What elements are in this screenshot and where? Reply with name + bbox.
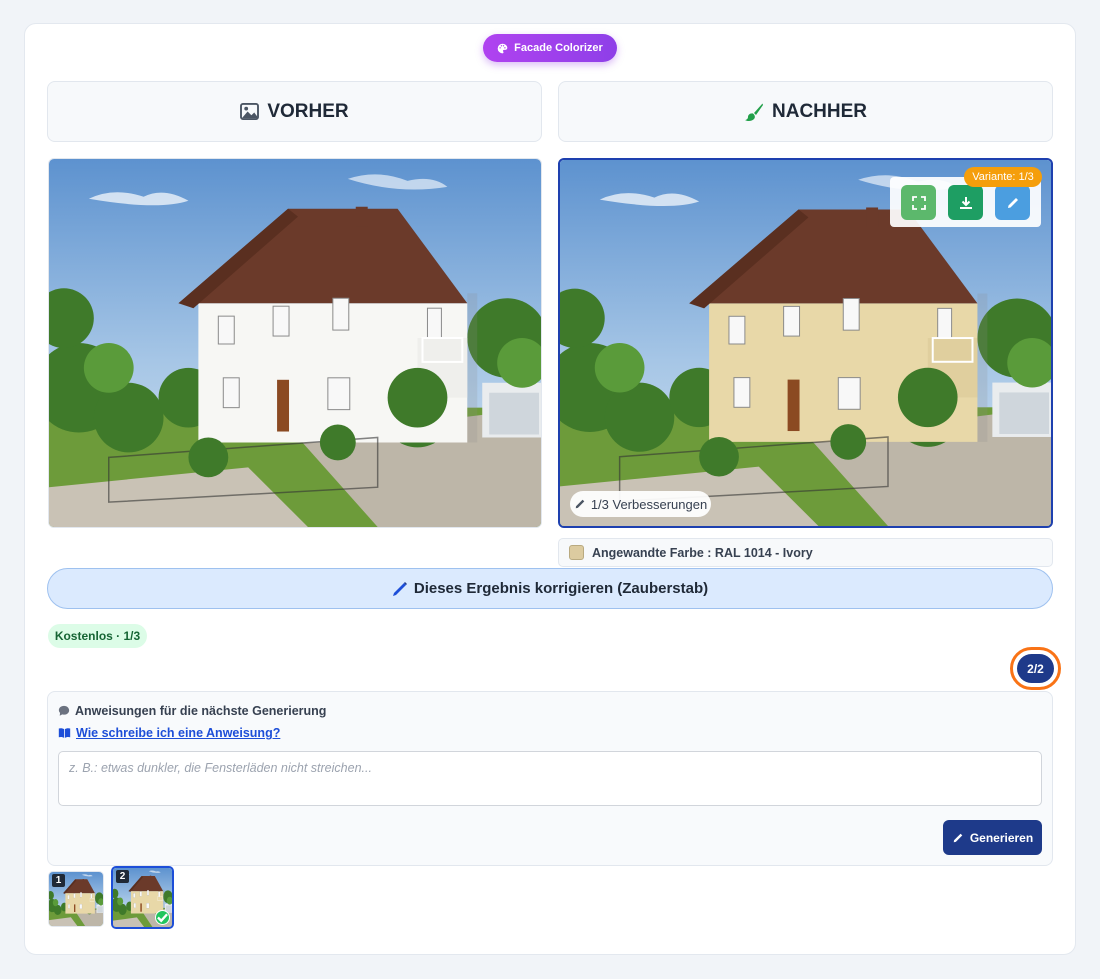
expand-icon [911,195,926,210]
before-panel-header: VORHER [47,81,542,142]
thumbnail-number: 1 [52,874,65,887]
generation-counter[interactable]: 2/2 [1017,654,1054,683]
image-icon [240,103,260,120]
color-swatch [569,545,584,560]
book-icon [58,728,71,738]
before-image[interactable] [48,158,542,528]
thumbnail-number: 2 [116,870,129,883]
edit-button[interactable] [995,185,1030,220]
magic-wand-icon [392,581,407,596]
pencil-icon [1007,197,1018,208]
fix-result-label: Dieses Ergebnis korrigieren (Zauberstab) [413,580,709,597]
chat-bubble-icon [58,705,70,716]
thumbnail-1[interactable]: 1 [48,871,104,927]
palette-icon [497,43,508,53]
fullscreen-button[interactable] [901,185,936,220]
fix-result-button[interactable]: Dieses Ergebnis korrigieren (Zauberstab) [47,568,1053,609]
app-badge: Facade Colorizer [483,34,617,62]
variant-badge: Variante: 1/3 [964,167,1042,187]
after-panel-header: NACHHER [558,81,1053,142]
instructions-input[interactable] [58,751,1042,806]
help-link[interactable]: Wie schreibe ich eine Anweisung? [58,726,280,740]
check-icon [155,910,170,925]
improvements-label: 1/3 Verbesserungen [590,496,708,512]
thumbnail-2[interactable]: 2 [111,866,174,929]
improvements-badge: 1/3 Verbesserungen [570,491,711,517]
applied-color: Angewandte Farbe : RAL 1014 - Ivory [558,538,1053,567]
generate-button[interactable]: Generieren [943,820,1042,855]
instructions-title: Anweisungen für die nächste Generierung [58,704,326,718]
pencil-icon [575,499,585,509]
instructions-title-label: Anweisungen für die nächste Generierung [75,704,327,718]
free-badge: Kostenlos · 1/3 [48,624,147,648]
download-button[interactable] [948,185,983,220]
paint-brush-icon [745,103,763,121]
generate-label: Generieren [969,830,1034,845]
before-title: VORHER [267,100,349,122]
after-title: NACHHER [772,100,867,122]
app-badge-label: Facade Colorizer [514,42,603,54]
pencil-icon [953,833,963,842]
applied-color-label: Angewandte Farbe : RAL 1014 - Ivory [592,545,813,560]
help-link-label: Wie schreibe ich eine Anweisung? [76,726,281,740]
download-icon [959,196,972,209]
